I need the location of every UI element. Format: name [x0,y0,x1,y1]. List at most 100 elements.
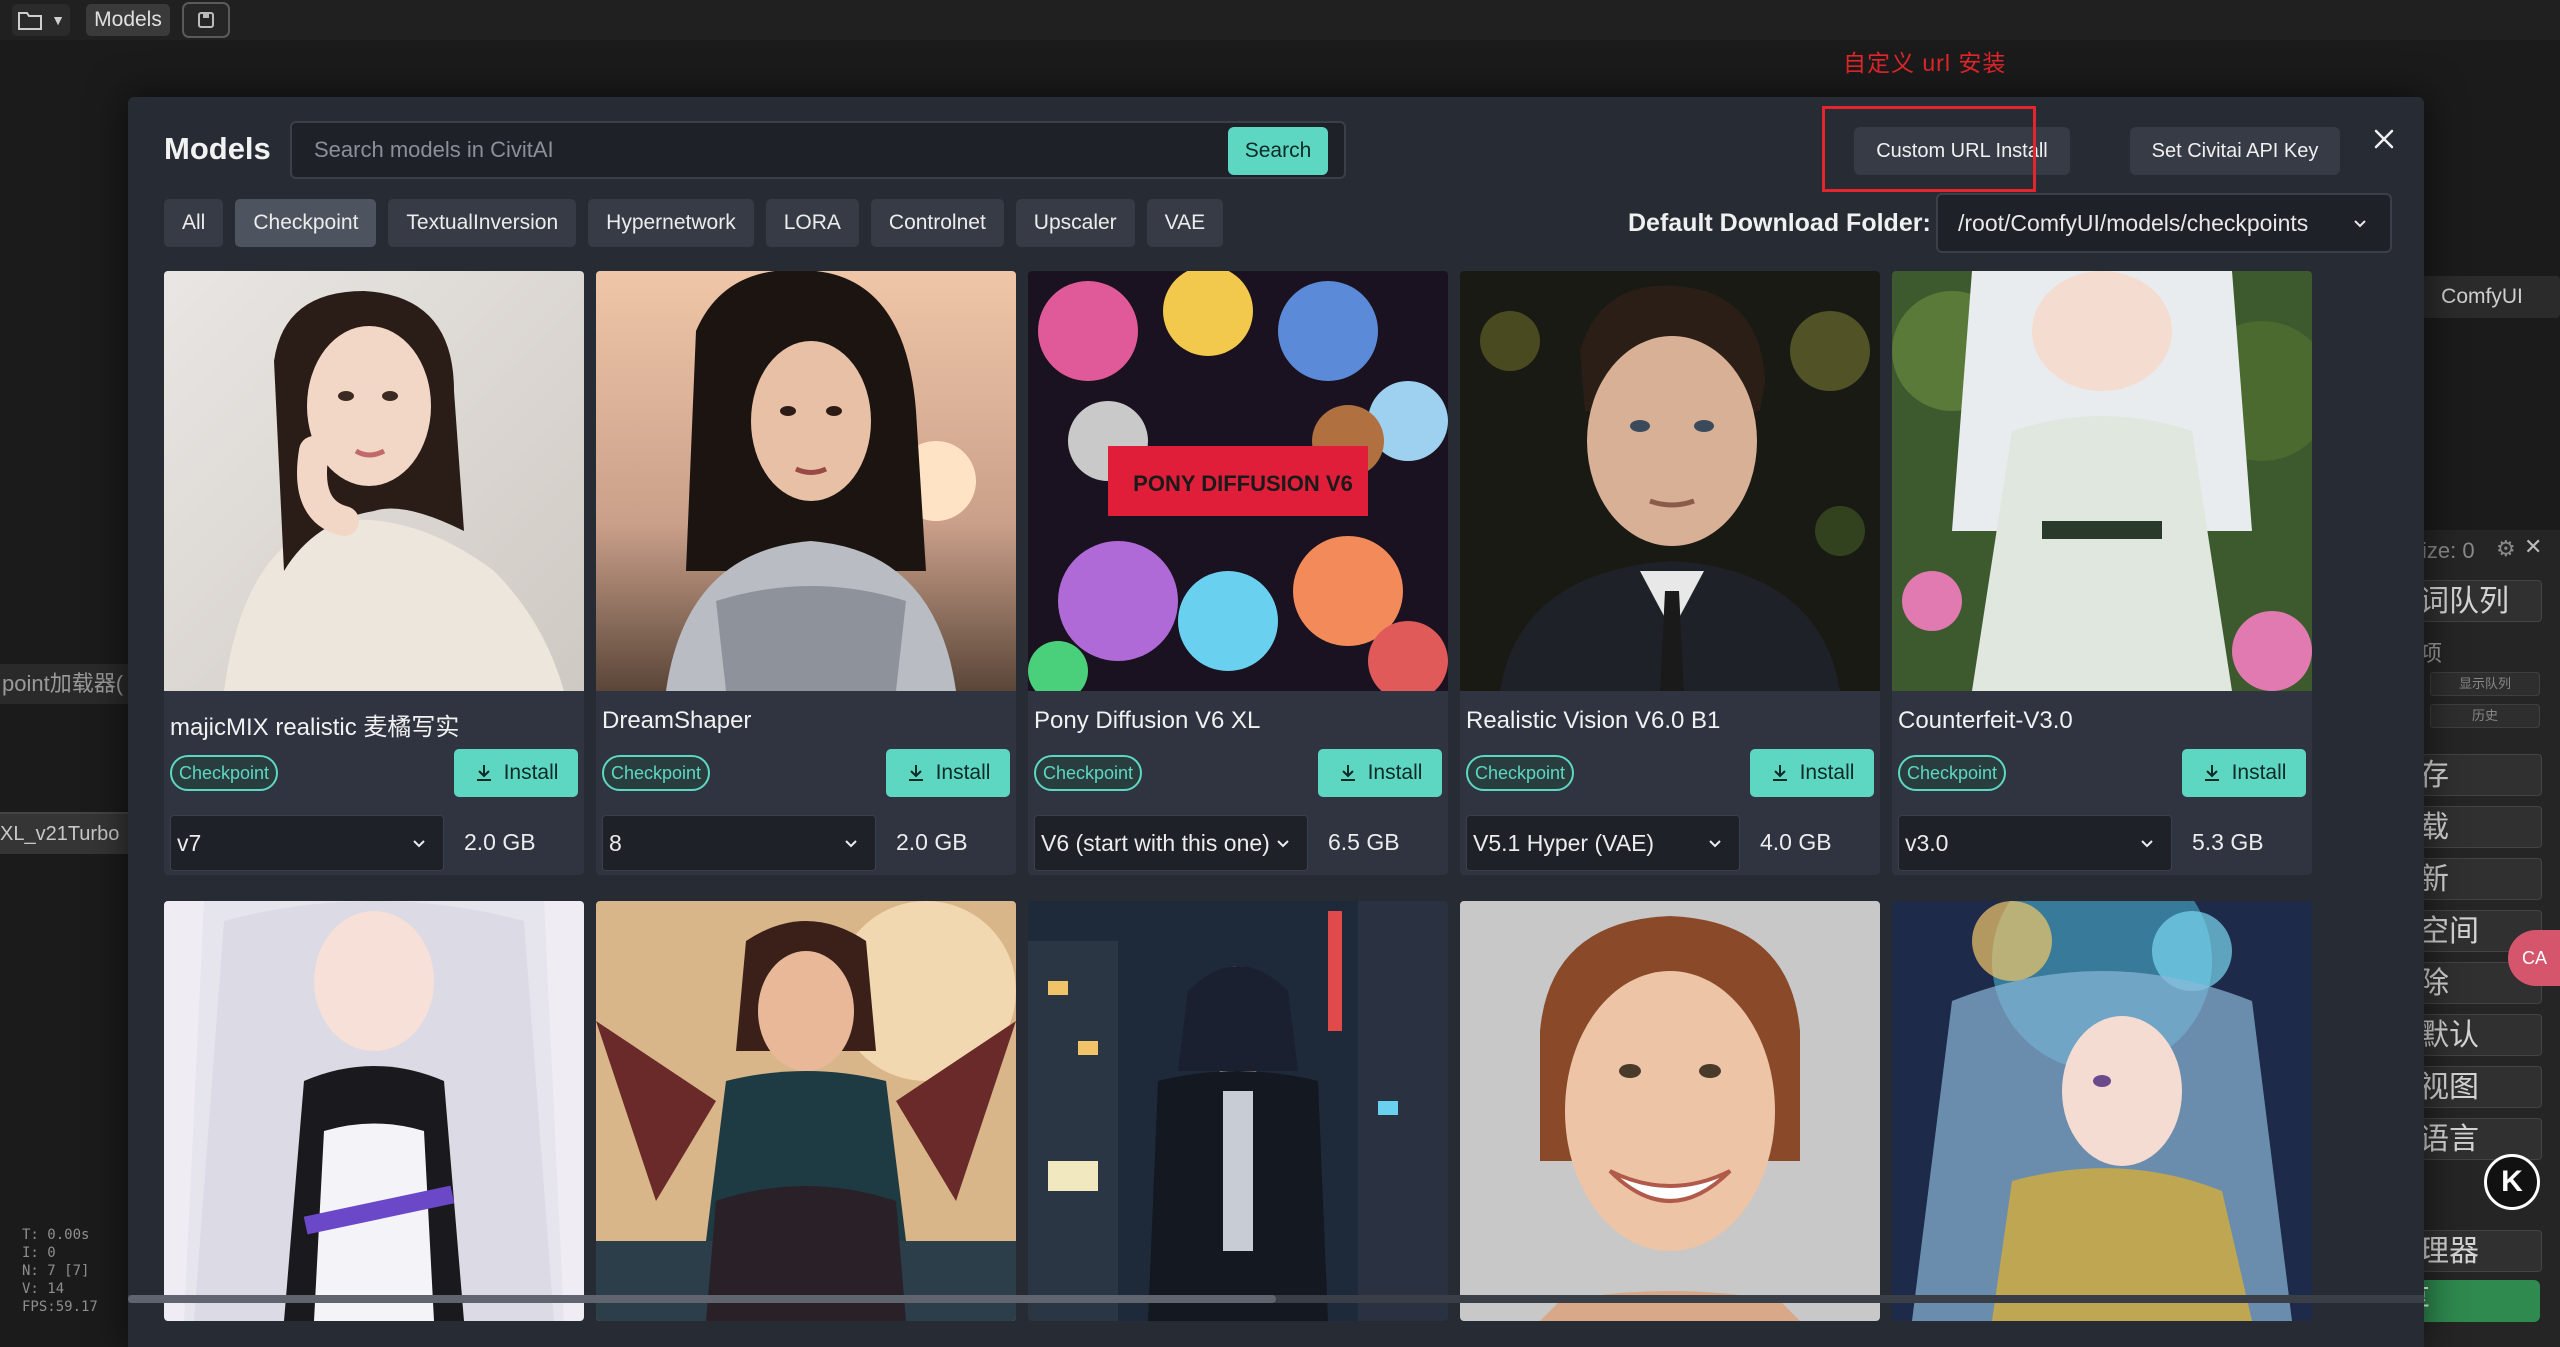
caret-down-icon: ▼ [51,12,65,28]
chevron-down-icon [1709,840,1721,848]
load-default-button[interactable]: 默认 [2416,1014,2542,1056]
search-input[interactable] [290,121,1346,179]
install-label: Install [1367,761,1423,784]
chevron-down-icon [413,840,425,848]
k-logo-badge[interactable]: K [2484,1154,2540,1210]
download-icon [2204,765,2219,781]
stat-line: FPS:59.17 [22,1299,98,1315]
set-api-key-button[interactable]: Set Civitai API Key [2130,127,2340,175]
portrait-image [164,271,584,691]
tab-upscaler[interactable]: Upscaler [1015,199,1135,247]
tab-hypernetwork[interactable]: Hypernetwork [588,199,754,247]
install-button[interactable]: Install [1318,749,1442,797]
tab-textual-inversion[interactable]: TextualInversion [388,199,577,247]
download-folder-select[interactable]: /root/ComfyUI/models/checkpoints [1936,193,2392,253]
background-node-value: XL_v21Turbo [0,812,130,854]
tab-controlnet[interactable]: Controlnet [870,199,1004,247]
manager-button[interactable]: 理器 [2416,1230,2542,1272]
close-dialog-button[interactable] [2362,117,2406,161]
gear-icon[interactable]: ⚙ [2496,536,2516,562]
install-label: Install [935,761,991,784]
install-button[interactable]: Install [886,749,1010,797]
model-thumbnail[interactable] [1460,271,1880,691]
model-file-size: 2.0 GB [896,829,968,855]
save-icon [198,12,214,28]
model-name: Counterfeit-V3.0 [1898,707,2073,734]
model-type-badge: Checkpoint [602,755,711,791]
top-bar: ▼ Models [0,0,2560,40]
model-thumbnail[interactable] [1028,901,1448,1321]
stat-line: V: 14 [22,1281,65,1297]
model-type-badge: Checkpoint [1034,755,1143,791]
chevron-down-icon [845,840,857,848]
tab-vae[interactable]: VAE [1146,199,1224,247]
version-value: v7 [177,829,202,856]
workflow-folder-button[interactable]: ▼ [12,4,70,36]
download-icon [1772,765,1787,781]
model-card: DreamShaper Checkpoint Install 8 2.0 GB [596,271,1016,875]
close-icon [2374,129,2394,149]
reset-view-button[interactable]: 视图 [2416,1066,2542,1108]
close-icon[interactable]: ✕ [2524,534,2542,560]
comfyui-menu-button[interactable]: ComfyUI [2404,276,2560,318]
model-card: PONY DIFFUSION V6 Pony Diffusion V6 XL C… [1028,271,1448,875]
version-value: v3.0 [1905,829,1949,856]
model-card [164,901,584,1321]
install-button[interactable]: Install [2182,749,2306,797]
background-node-label: point加载器( [0,664,130,704]
view-queue-button[interactable]: 显示队列 [2430,672,2540,696]
models-tab[interactable]: Models [86,4,170,36]
download-folder-label: Default Download Folder: [1628,209,1931,237]
download-icon [1340,765,1355,781]
model-thumbnail[interactable] [596,271,1016,691]
model-thumbnail[interactable] [1460,901,1880,1321]
model-thumbnail[interactable] [596,901,1016,1321]
poster-title: PONY DIFFUSION V6 [1133,471,1353,496]
load-button[interactable]: 载 [2416,806,2542,848]
stat-line: T: 0.00s [22,1227,90,1243]
model-thumbnail[interactable] [164,901,584,1321]
model-thumbnail[interactable] [1892,901,2312,1321]
save-workflow-button[interactable]: 存 [2416,754,2542,796]
model-thumbnail[interactable] [1892,271,2312,691]
tab-all[interactable]: All [164,199,224,247]
stat-line: I: 0 [22,1245,56,1261]
fantasy-illustration-image [1892,901,2312,1321]
model-card [1892,901,2312,1321]
queue-size-label: ize: 0 [2422,538,2475,563]
install-label: Install [503,761,559,784]
model-file-size: 4.0 GB [1760,829,1832,855]
custom-url-install-button[interactable]: Custom URL Install [1854,127,2070,175]
view-history-button[interactable]: 历史 [2430,704,2540,728]
version-select[interactable]: 8 [602,815,876,871]
save-button[interactable] [182,2,230,38]
floating-assistant-button[interactable]: CA [2508,930,2560,986]
language-button[interactable]: 语言 [2416,1118,2542,1160]
model-type-tabs: All Checkpoint TextualInversion Hypernet… [164,199,1224,247]
model-file-size: 6.5 GB [1328,829,1400,855]
version-select[interactable]: V5.1 Hyper (VAE) [1466,815,1740,871]
portrait-image [596,271,1016,691]
tab-checkpoint[interactable]: Checkpoint [235,199,377,247]
annotation-label: 自定义 url 安装 [1843,50,2007,76]
search-button[interactable]: Search [1228,127,1328,175]
queue-button[interactable]: 词队列 [2416,580,2542,622]
model-name: Pony Diffusion V6 XL [1034,707,1261,734]
model-file-size: 5.3 GB [2192,829,2264,855]
install-button[interactable]: Install [1750,749,1874,797]
model-type-badge: Checkpoint [1898,755,2007,791]
horizontal-scrollbar-thumb[interactable] [128,1295,1276,1303]
model-thumbnail[interactable] [164,271,584,691]
version-value: V6 (start with this one) [1041,829,1269,856]
install-button[interactable]: Install [454,749,578,797]
model-thumbnail[interactable]: PONY DIFFUSION V6 [1028,271,1448,691]
version-select[interactable]: V6 (start with this one) [1034,815,1308,871]
version-select[interactable]: v3.0 [1898,815,2172,871]
download-folder-value: /root/ComfyUI/models/checkpoints [1958,209,2309,236]
version-select[interactable]: v7 [170,815,444,871]
install-label: Install [2231,761,2287,784]
render-stats: T: 0.00s I: 0 N: 7 [7] V: 14 FPS:59.17 [22,1226,98,1316]
model-type-badge: Checkpoint [170,755,279,791]
refresh-button[interactable]: 新 [2416,858,2542,900]
tab-lora[interactable]: LORA [765,199,859,247]
